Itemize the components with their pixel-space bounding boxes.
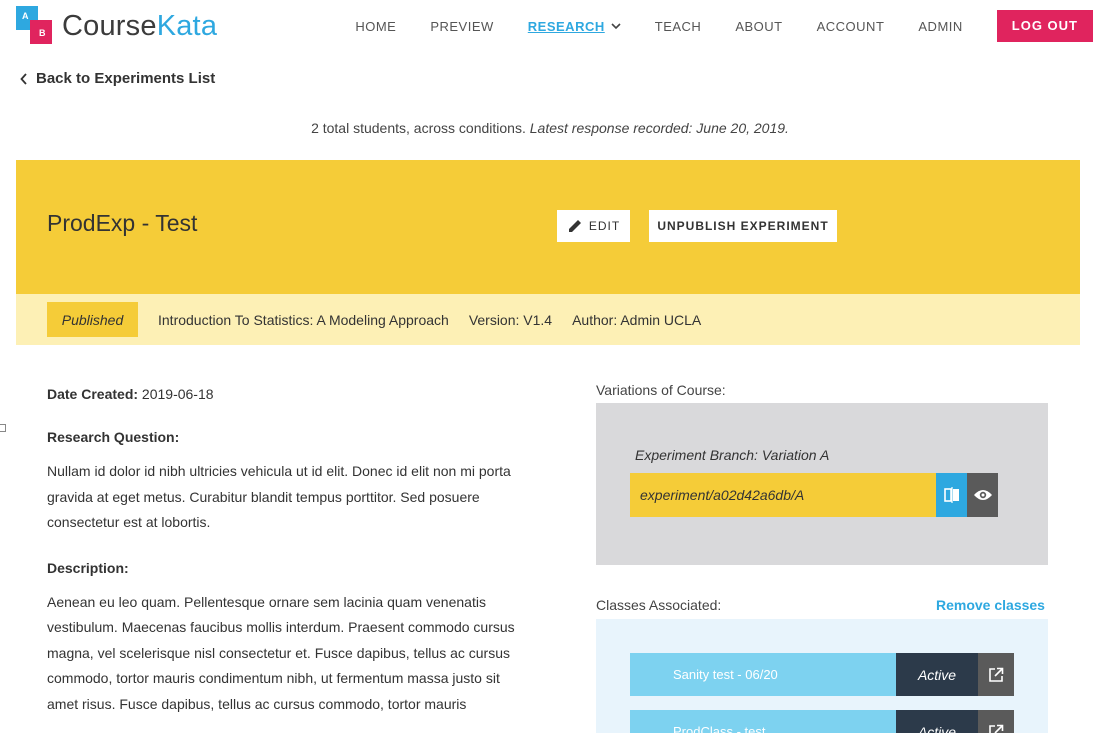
branch-label: Experiment Branch: Variation A (635, 447, 830, 463)
date-created-label: Date Created: (47, 386, 139, 402)
experiment-banner: ProdExp - Test EDIT UNPUBLISH EXPERIMENT (16, 160, 1080, 294)
compare-button[interactable] (936, 473, 967, 517)
logo-wordmark: CourseKata (62, 6, 217, 46)
logout-button[interactable]: LOG OUT (996, 10, 1093, 42)
back-link-label: Back to Experiments List (36, 70, 216, 87)
classes-panel: Sanity test - 06/20 Active ProdClass - t… (596, 619, 1048, 733)
edit-button[interactable]: EDIT (557, 210, 630, 242)
open-class-button[interactable] (978, 710, 1014, 733)
class-row: Sanity test - 06/20 Active (630, 653, 1014, 696)
classes-associated-label: Classes Associated: (596, 597, 722, 613)
research-question-line: Nullam id dolor id nibh ultricies vehicu… (47, 463, 511, 479)
nav-about[interactable]: ABOUT (735, 19, 782, 34)
coursekata-logo[interactable]: A B CourseKata (16, 6, 217, 46)
course-author: Author: Admin UCLA (572, 311, 702, 328)
latest-response-text: Latest response recorded: June 20, 2019. (529, 120, 789, 136)
variations-panel: Experiment Branch: Variation A experimen… (596, 403, 1048, 565)
unpublish-experiment-button[interactable]: UNPUBLISH EXPERIMENT (649, 210, 837, 242)
logo-mark-letter-b: B (39, 28, 46, 38)
eye-icon (973, 490, 992, 500)
class-status-badge: Active (896, 653, 978, 696)
research-question-line: gravida at eget metus. Curabitur blandit… (47, 488, 480, 505)
nav-home[interactable]: HOME (355, 19, 396, 34)
research-question-heading: Research Question: (47, 429, 180, 445)
research-question-text: Nullam id dolor id nibh ultricies vehicu… (47, 459, 567, 536)
branch-row: experiment/a02d42a6db/A (630, 473, 998, 517)
nav-research[interactable]: RESEARCH (528, 19, 605, 34)
nav-admin[interactable]: ADMIN (918, 19, 962, 34)
pencil-icon (568, 220, 581, 232)
logo-mark-icon: A B (16, 6, 52, 46)
student-count-text: 2 total students, across conditions. (311, 120, 526, 136)
date-created: Date Created: 2019-06-18 (47, 386, 567, 402)
logo-word-course: Course (62, 10, 157, 42)
course-version: Version: V1.4 (468, 311, 553, 328)
main-nav: HOME PREVIEW RESEARCH TEACH ABOUT ACCOUN… (355, 0, 1100, 52)
course-name: Introduction To Statistics: A Modeling A… (158, 311, 449, 328)
description-line: magna, vel scelerisque nisl consectetur … (47, 644, 511, 661)
branch-name[interactable]: experiment/a02d42a6db/A (630, 473, 936, 517)
back-to-experiments-link[interactable]: Back to Experiments List (20, 70, 215, 87)
class-status-badge: Active (896, 710, 978, 733)
nav-account[interactable]: ACCOUNT (817, 19, 885, 34)
date-created-value: 2019-06-18 (141, 386, 214, 402)
top-navbar: A B CourseKata HOME PREVIEW RESEARCH TEA… (0, 0, 1100, 52)
external-link-icon (989, 667, 1004, 682)
logo-word-kata: Kata (156, 10, 218, 42)
description-line: vestibulum. Maecenas faucibus mollis int… (47, 619, 515, 635)
response-summary: 2 total students, across conditions. Lat… (0, 120, 1100, 136)
edge-marker (0, 424, 6, 432)
status-badge: Published (47, 302, 138, 337)
description-heading: Description: (47, 559, 129, 576)
description-line: commodo, tortor mauris condimentum nibh,… (47, 670, 500, 686)
class-row: ProdClass - test Active (630, 710, 1014, 733)
variations-label: Variations of Course: (596, 382, 726, 398)
preview-branch-button[interactable] (967, 473, 998, 517)
compare-icon (943, 487, 959, 503)
class-name[interactable]: Sanity test - 06/20 (630, 653, 896, 696)
chevron-down-icon[interactable] (611, 21, 621, 31)
experiment-details: Date Created: 2019-06-18 Research Questi… (47, 386, 567, 717)
nav-preview[interactable]: PREVIEW (430, 19, 493, 34)
research-question-line: consectetur est at lobortis. (47, 514, 211, 530)
description-text: Aenean eu leo quam. Pellentesque ornare … (47, 590, 567, 718)
edit-button-label: EDIT (588, 219, 621, 233)
open-class-button[interactable] (978, 653, 1014, 696)
description-line: Aenean eu leo quam. Pellentesque ornare … (47, 593, 486, 610)
remove-classes-link[interactable]: Remove classes (936, 597, 1045, 613)
description-line: amet risus. Fusce dapibus, tellus ac cur… (47, 695, 467, 712)
nav-teach[interactable]: TEACH (655, 19, 702, 34)
chevron-left-icon (20, 72, 27, 85)
class-name[interactable]: ProdClass - test (630, 710, 896, 733)
experiment-meta-bar: Published Introduction To Statistics: A … (16, 294, 1080, 345)
experiment-title: ProdExp - Test (47, 210, 198, 236)
external-link-icon (989, 724, 1004, 733)
logo-mark-letter-a: A (22, 11, 29, 21)
